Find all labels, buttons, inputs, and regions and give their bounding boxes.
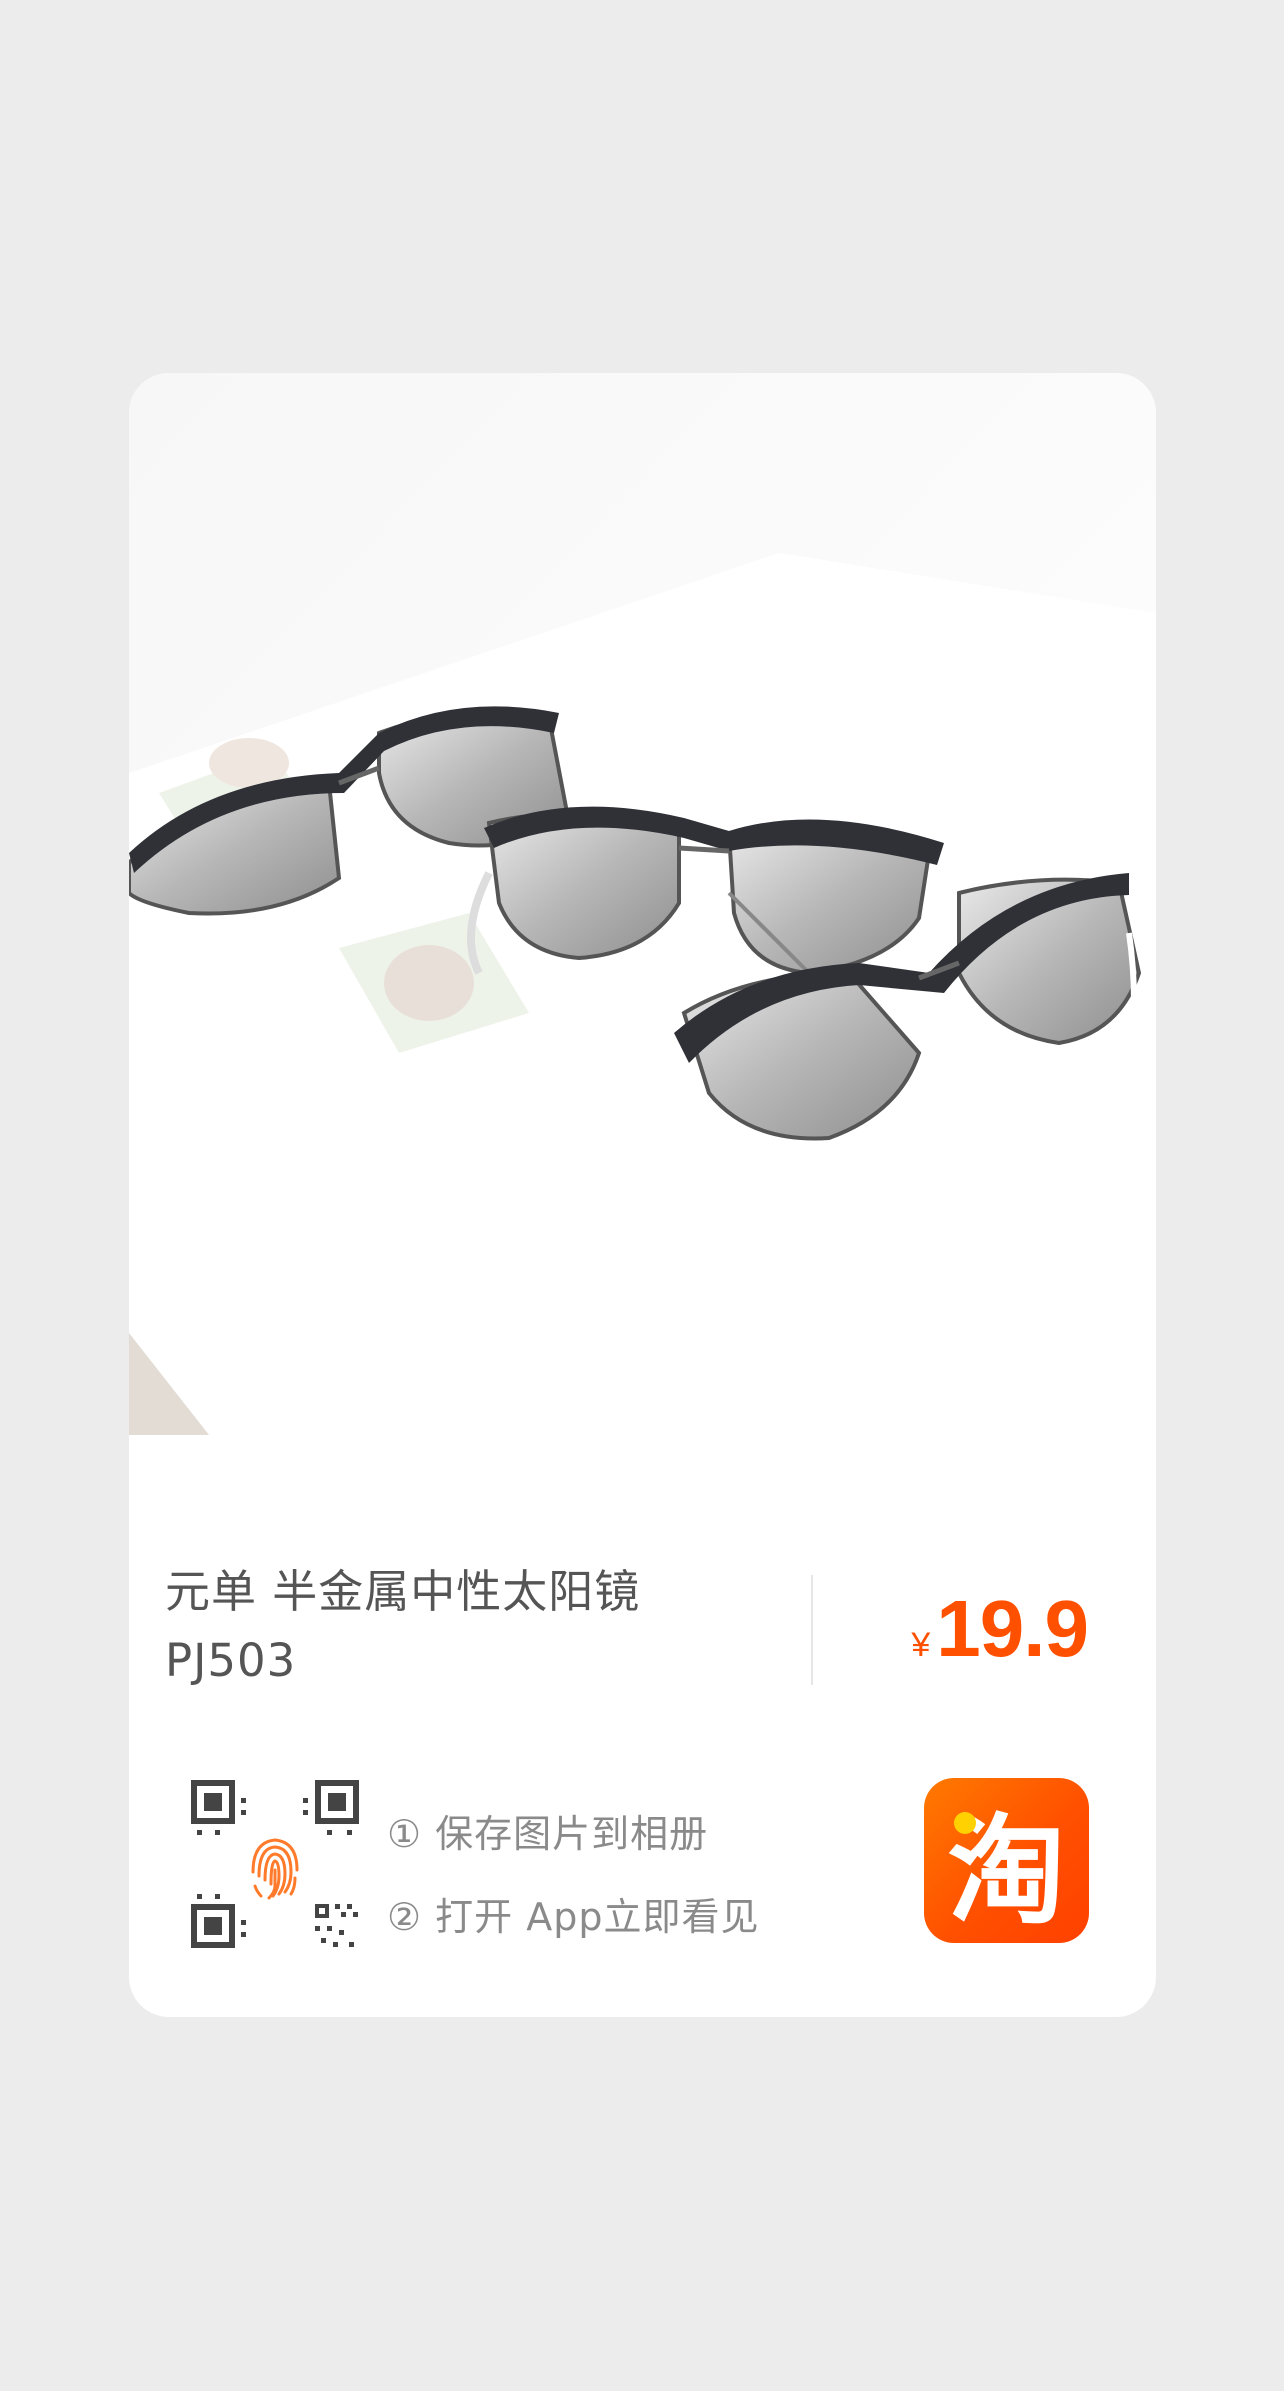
instructions: ① 保存图片到相册 ② 打开 App立即看见 <box>387 1793 759 1959</box>
logo-char: 淘 <box>947 1802 1066 1940</box>
instruction-step-2: ② 打开 App立即看见 <box>387 1895 760 1939</box>
product-info: 元单 半金属中性太阳镜 PJ503 ¥ 19.9 ① 保存图片到相册 ② 打开 … <box>129 1435 1156 2017</box>
product-title[interactable]: 元单 半金属中性太阳镜 PJ503 <box>165 1557 725 1695</box>
share-card: 元单 半金属中性太阳镜 PJ503 ¥ 19.9 ① 保存图片到相册 ② 打开 … <box>129 373 1156 2017</box>
product-title-line1: 元单 半金属中性太阳镜 <box>165 1565 641 1618</box>
logo-dot <box>954 1812 976 1834</box>
product-title-line2: PJ503 <box>165 1634 297 1687</box>
taobao-logo-icon[interactable]: 淘 <box>924 1778 1089 1943</box>
divider <box>811 1575 813 1685</box>
price-value: 19.9 <box>936 1584 1089 1673</box>
price: ¥ 19.9 <box>911 1583 1089 1675</box>
product-image <box>129 373 1156 1435</box>
fingerprint-icon <box>251 1838 299 1900</box>
qr-code-icon[interactable] <box>191 1780 359 1948</box>
currency-symbol: ¥ <box>911 1626 931 1664</box>
instruction-step-1: ① 保存图片到相册 <box>387 1812 709 1856</box>
